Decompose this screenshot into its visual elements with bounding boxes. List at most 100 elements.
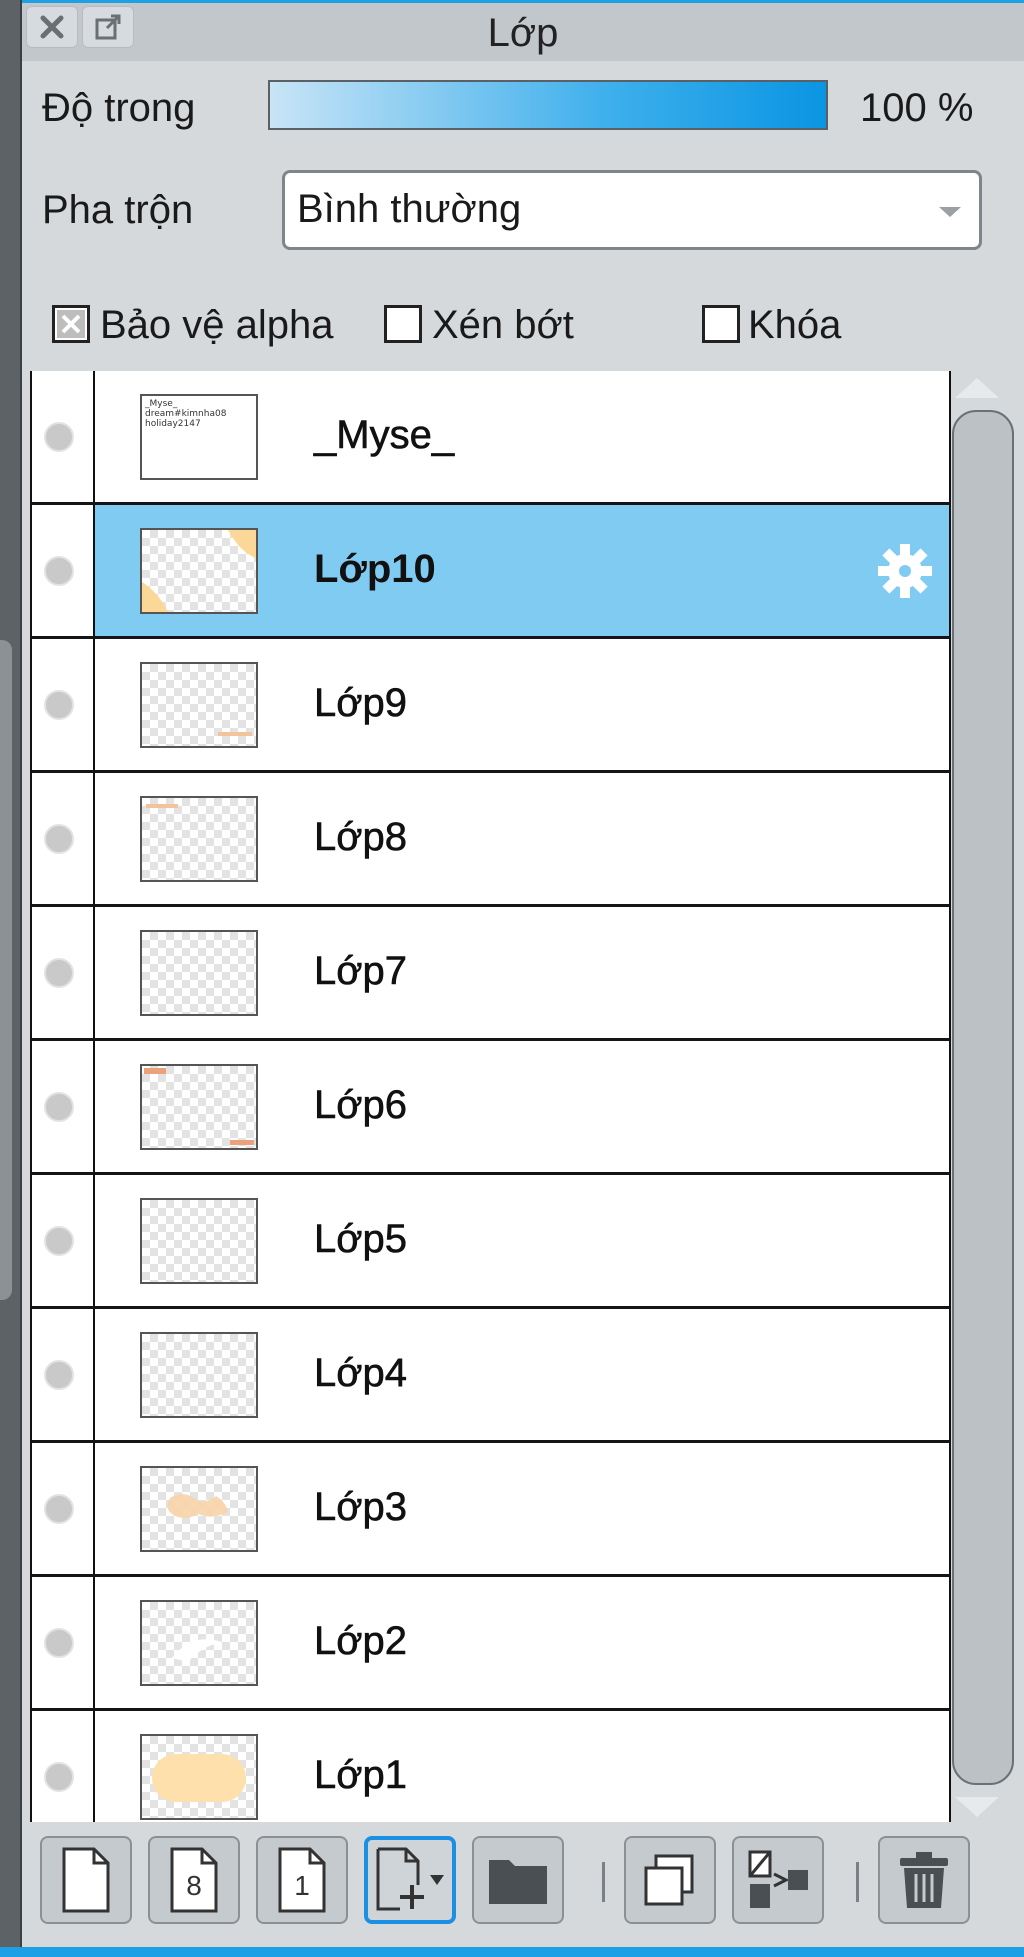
layer-thumbnail [140,527,258,614]
row-divider [93,1309,95,1440]
layer-row[interactable]: Lớp4 [32,1309,949,1443]
visibility-dot-icon[interactable] [44,1225,74,1256]
layer-row[interactable]: _Myse_ dream#kimnha08 holiday2147 _Myse_ [32,371,949,505]
layer-name: Lớp9 [314,680,408,725]
scrollbar-thumb[interactable] [952,410,1014,1785]
layer-row[interactable]: Lớp3 [32,1443,949,1577]
panel-bottom-accent [0,1947,1024,1957]
layer-name: Lớp7 [314,948,408,993]
new-8bit-glyph: 8 [186,1870,202,1901]
visibility-dot-icon[interactable] [44,1493,74,1524]
new-1bit-layer-button[interactable]: 1 [256,1836,348,1924]
alpha-lock-label: Bảo vệ alpha [100,303,334,347]
layer-name: Lớp8 [314,814,408,859]
add-layer-menu-button[interactable] [364,1836,456,1924]
row-divider [93,1711,95,1822]
layer-thumbnail [140,1599,258,1686]
layer-row[interactable]: Lớp7 [32,907,949,1041]
new-layer-icon [62,1847,110,1913]
layer-name: Lớp5 [314,1216,408,1261]
new-8bit-layer-icon: 8 [170,1847,218,1913]
panel-titlebar[interactable]: Lớp [22,3,1024,61]
layer-thumbnail [140,1331,258,1418]
panel-title: Lớp [487,11,559,55]
blend-mode-value: Bình thường [297,187,522,231]
left-edge [0,0,20,1957]
layer-row[interactable]: Lớp6 [32,1041,949,1175]
trash-icon [900,1852,948,1908]
layer-thumbnail [140,1063,258,1150]
layer-name: Lớp10 [314,546,436,591]
layer-row-selected[interactable]: Lớp10 [32,505,949,639]
folder-icon [489,1860,547,1904]
visibility-dot-icon[interactable] [44,823,74,854]
scroll-down-arrow-icon[interactable] [955,1797,999,1817]
visibility-dot-icon[interactable] [44,555,74,586]
new-1bit-glyph: 1 [294,1870,310,1901]
layer-name: Lớp3 [314,1484,408,1529]
new-folder-button[interactable] [472,1836,564,1924]
duplicate-layer-icon [644,1854,694,1906]
visibility-dot-icon[interactable] [44,421,74,452]
visibility-dot-icon[interactable] [44,1359,74,1390]
left-edge-handle [0,640,12,1300]
scroll-up-arrow-icon[interactable] [955,378,999,398]
layer-row[interactable]: Lớp2 [32,1577,949,1711]
visibility-dot-icon[interactable] [44,1627,74,1658]
opacity-slider[interactable] [268,80,828,130]
layer-thumbnail [140,1733,258,1820]
layer-name: Lớp2 [314,1618,408,1663]
layer-toolbar: 8 1 [30,1832,1010,1932]
layer-thumbnail [140,929,258,1016]
gear-icon[interactable] [875,541,935,601]
new-layer-button[interactable] [40,1836,132,1924]
add-layer-menu-icon [376,1847,444,1911]
blend-mode-select[interactable]: Bình thường [282,170,982,250]
lock-label: Khóa [748,303,842,347]
lock-checkbox[interactable] [702,305,740,343]
thumb-text-line-3: holiday2147 [145,418,201,429]
merge-layer-icon [748,1850,808,1908]
delete-layer-button[interactable] [878,1836,970,1924]
visibility-dot-icon[interactable] [44,1091,74,1122]
duplicate-layer-button[interactable] [624,1836,716,1924]
chevron-down-icon [939,207,961,217]
layer-row[interactable]: Lớp5 [32,1175,949,1309]
new-1bit-layer-icon: 1 [278,1847,326,1913]
layer-row[interactable]: Lớp8 [32,773,949,907]
row-divider [93,1577,95,1708]
layer-thumbnail [140,1197,258,1284]
layer-row[interactable]: Lớp1 [32,1711,949,1822]
layer-thumbnail [140,1465,258,1552]
layer-name: Lớp1 [314,1752,408,1797]
row-divider [93,371,95,502]
new-8bit-layer-button[interactable]: 8 [148,1836,240,1924]
layer-name: Lớp6 [314,1082,408,1127]
checkbox-x-icon [57,310,85,338]
layer-thumbnail [140,661,258,748]
layer-row[interactable]: Lớp9 [32,639,949,773]
blend-label: Pha trộn [42,188,194,232]
visibility-dot-icon[interactable] [44,1761,74,1792]
clip-label: Xén bớt [432,303,574,347]
thumb-text-line-1: _Myse_ [145,398,178,409]
opacity-label: Độ trong [42,86,196,130]
row-divider [93,1175,95,1306]
visibility-dot-icon[interactable] [44,957,74,988]
toolbar-separator [602,1862,605,1902]
toolbar-separator [856,1862,859,1902]
row-divider [93,505,95,636]
clip-checkbox[interactable] [384,305,422,343]
layer-list: _Myse_ dream#kimnha08 holiday2147 _Myse_… [30,371,951,1822]
row-divider [93,907,95,1038]
row-divider [93,639,95,770]
visibility-dot-icon[interactable] [44,689,74,720]
layer-thumbnail [140,795,258,882]
row-divider [93,1041,95,1172]
layer-name: Lớp4 [314,1350,408,1395]
layer-thumbnail: _Myse_ dream#kimnha08 holiday2147 [140,393,258,480]
thumb-text-line-2: dream#kimnha08 [145,408,227,419]
alpha-lock-checkbox[interactable] [52,305,90,343]
merge-layer-button[interactable] [732,1836,824,1924]
row-divider [93,1443,95,1574]
